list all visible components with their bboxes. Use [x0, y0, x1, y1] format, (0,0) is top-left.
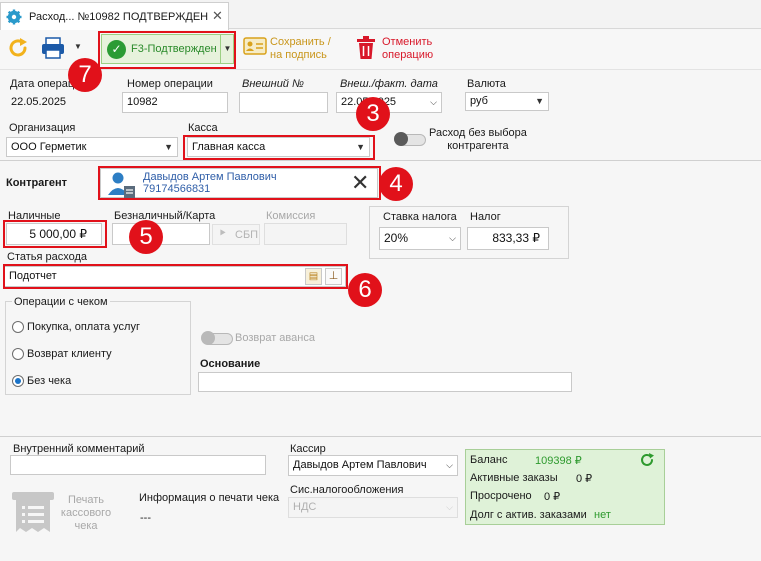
expense-item-label: Статья расхода	[7, 251, 88, 263]
radio-purchase[interactable]	[12, 321, 24, 333]
radio-no-receipt-label: Без чека	[27, 375, 72, 387]
annotation-box-3	[183, 135, 375, 160]
cancel-button-label-1: Отменить	[382, 36, 433, 48]
dropdown-arrow-icon: ▼	[164, 142, 173, 152]
cashier-label: Кассир	[290, 443, 326, 455]
organization-select[interactable]: ООО Герметик ▼	[6, 137, 178, 157]
no-contragent-label: Расход без выбора контрагента	[429, 127, 527, 152]
radio-no-receipt[interactable]	[12, 375, 24, 387]
gear-icon	[6, 9, 22, 28]
cashless-label: Безналичный/Карта	[114, 210, 216, 222]
refresh-icon[interactable]	[6, 36, 30, 63]
chevron-down-icon: ⌵	[449, 233, 456, 243]
tax-label: Налог	[470, 211, 501, 223]
receipt-operations-title: Операции с чеком	[12, 296, 110, 308]
receipt-printer-icon[interactable]	[10, 490, 56, 539]
chevron-down-icon: ⌵	[430, 97, 437, 107]
advance-return-toggle[interactable]	[201, 331, 233, 345]
document-tab[interactable]: Расход... №10982 ПОДТВЕРЖДЕН ✕	[0, 2, 229, 30]
tax-rate-value: 20%	[384, 231, 409, 245]
sbp-icon: ⯈	[218, 228, 227, 240]
annotation-box-5	[3, 220, 107, 248]
tax-system-label: Сис.налогообложения	[290, 484, 404, 496]
commission-field	[264, 223, 347, 245]
cancel-operation-button[interactable]: Отменить операцию	[382, 36, 452, 64]
radio-return-label: Возврат клиенту	[27, 348, 112, 360]
tax-rate-label: Ставка налога	[383, 211, 457, 223]
organization-value: ООО Герметик	[11, 141, 87, 153]
basis-label: Основание	[200, 358, 261, 370]
print-menu-chevron-icon[interactable]: ▼	[74, 42, 82, 51]
annotation-marker-7: 7	[68, 58, 102, 92]
save-button-label-1: Сохранить /	[270, 36, 331, 48]
debt-value: нет	[594, 509, 611, 521]
internal-comment-field[interactable]	[10, 455, 266, 475]
overdue-value: 0 ₽	[544, 491, 561, 503]
operation-number-field[interactable]: 10982	[122, 92, 228, 113]
overdue-label: Просрочено	[470, 490, 532, 502]
cancel-button-label-2: операцию	[382, 49, 434, 61]
cashier-value: Давыдов Артем Павлович	[293, 459, 427, 471]
contragent-label: Контрагент	[6, 177, 68, 189]
annotation-marker-4: 4	[379, 167, 413, 201]
print-info-value: ---	[140, 512, 151, 524]
close-tab-icon[interactable]: ✕	[212, 8, 223, 24]
chevron-down-icon: ⌵	[446, 460, 453, 470]
annotation-box-6	[3, 264, 348, 289]
cashier-select[interactable]: Давыдов Артем Павлович ⌵	[288, 455, 458, 476]
external-number-label: Внешний №	[242, 78, 304, 90]
chevron-down-icon: ⌵	[446, 502, 453, 512]
date-field[interactable]: 22.05.2025	[6, 92, 114, 113]
active-orders-value: 0 ₽	[576, 473, 593, 485]
active-orders-label: Активные заказы	[470, 472, 558, 484]
balance-label: Баланс	[470, 454, 508, 466]
debt-label: Долг с актив. заказами	[470, 509, 587, 521]
currency-label: Валюта	[467, 78, 506, 90]
tax-rate-select[interactable]: 20% ⌵	[379, 227, 461, 250]
external-number-field[interactable]	[239, 92, 328, 113]
section-divider	[0, 160, 761, 161]
annotation-marker-5: 5	[129, 220, 163, 254]
sign-document-icon	[243, 36, 267, 61]
trash-icon	[356, 36, 376, 63]
save-button[interactable]: Сохранить / на подпись	[270, 36, 342, 64]
external-date-label: Внеш./факт. дата	[340, 78, 438, 90]
tab-title: Расход... №10982 ПОДТВЕРЖДЕН	[29, 11, 209, 23]
sbp-label: СБП	[235, 229, 259, 241]
print-info-label: Информация о печати чека	[139, 492, 280, 504]
operation-number-label: Номер операции	[127, 78, 213, 90]
balance-value: 109398 ₽	[535, 455, 582, 467]
tax-amount-field: 833,33 ₽	[467, 227, 549, 250]
annotation-box-4	[98, 166, 381, 200]
commission-label: Комиссия	[266, 210, 316, 222]
tax-system-value: НДС	[293, 501, 317, 513]
basis-field[interactable]	[198, 372, 572, 392]
currency-value: руб	[470, 95, 488, 107]
advance-return-label: Возврат аванса	[235, 332, 315, 344]
refresh-balance-icon[interactable]	[639, 452, 655, 471]
sbp-button[interactable]: ⯈ СБП	[212, 224, 260, 245]
annotation-marker-3: 3	[356, 97, 390, 131]
balance-panel: Баланс 109398 ₽ Активные заказы 0 ₽ Прос…	[465, 449, 665, 525]
annotation-box-7	[98, 31, 236, 69]
no-contragent-toggle[interactable]	[394, 132, 426, 146]
print-receipt-button[interactable]: Печать кассового чека	[58, 494, 114, 533]
print-icon[interactable]	[40, 36, 68, 63]
radio-return[interactable]	[12, 348, 24, 360]
section-divider-bottom	[0, 436, 761, 437]
internal-comment-label: Внутренний комментарий	[13, 443, 145, 455]
tax-system-select: НДС ⌵	[288, 497, 458, 518]
organization-label: Организация	[9, 122, 76, 134]
radio-purchase-label: Покупка, оплата услуг	[27, 321, 140, 333]
save-button-label-2: на подпись	[270, 49, 327, 61]
dropdown-arrow-icon: ▼	[535, 96, 544, 106]
annotation-marker-6: 6	[348, 273, 382, 307]
kassa-label: Касса	[188, 122, 218, 134]
currency-select[interactable]: руб ▼	[465, 92, 549, 111]
